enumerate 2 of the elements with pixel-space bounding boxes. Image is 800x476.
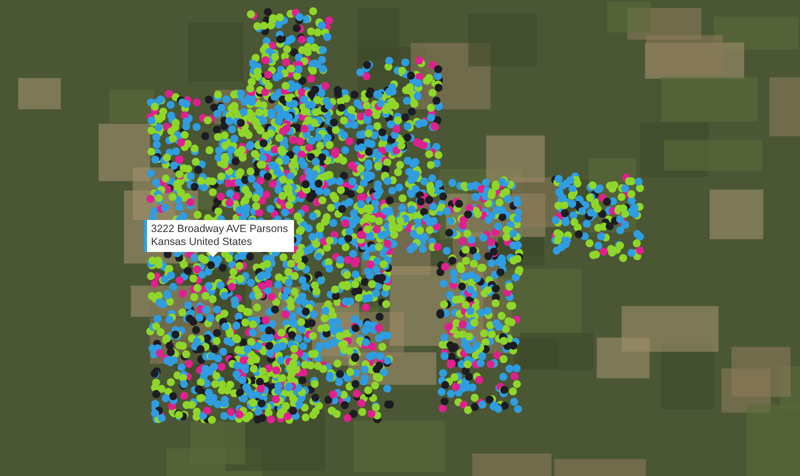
address-text: 3222 Broadway AVE Parsons bbox=[151, 223, 288, 236]
address-text: Kansas United States bbox=[151, 236, 253, 249]
